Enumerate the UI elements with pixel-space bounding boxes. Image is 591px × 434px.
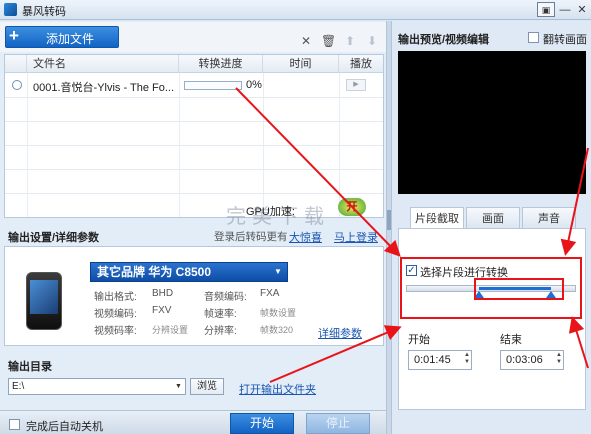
arrow-to-segment-right [560, 147, 589, 256]
annotation-arrows [235, 87, 589, 383]
arrow-to-segment [235, 87, 401, 257]
arrow-to-slider [568, 316, 589, 369]
arrow-to-time [269, 325, 402, 383]
